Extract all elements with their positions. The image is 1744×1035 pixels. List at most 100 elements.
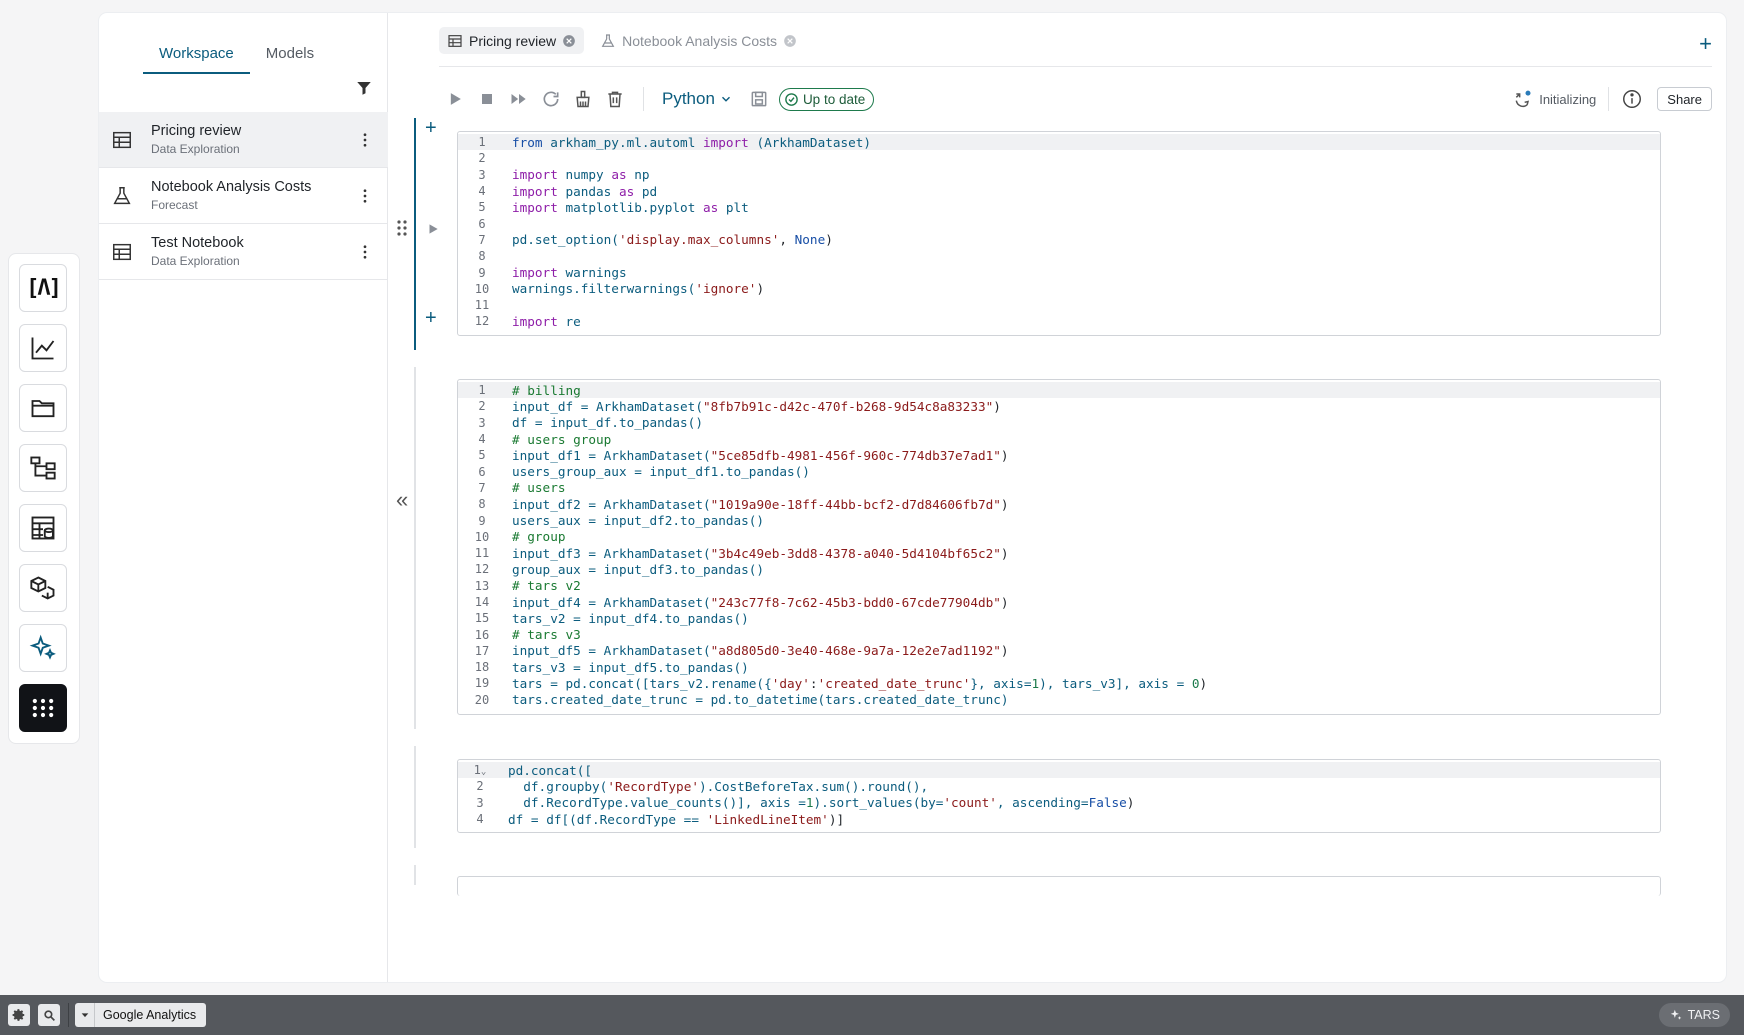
delete-cell-icon[interactable] xyxy=(605,89,625,109)
notebook-title: Test Notebook xyxy=(151,235,244,251)
close-tab-icon[interactable] xyxy=(783,34,797,48)
notebook-tabs: Pricing review Notebook Analysis Costs xyxy=(439,27,805,54)
code-line: 4 import pandas as pd xyxy=(478,183,658,199)
code-line: 12 group_aux = input_df3.to_pandas() xyxy=(474,561,765,577)
tool-rail: [Λ] xyxy=(8,253,80,744)
code-line: 15 tars_v2 = input_df4.to_pandas() xyxy=(474,610,749,626)
tars-assistant-button[interactable]: TARS xyxy=(1658,1003,1730,1027)
drag-handle-icon[interactable] xyxy=(396,219,408,237)
code-line: 11 input_df3 = ArkhamDataset("3b4c49eb-3d… xyxy=(474,545,1009,561)
sparkles-icon xyxy=(29,634,56,660)
code-line: 3 import numpy as np xyxy=(478,167,650,183)
close-tab-icon[interactable] xyxy=(562,34,576,48)
code-line: 2 xyxy=(478,151,486,166)
code-line: 16 # tars v3 xyxy=(474,627,581,643)
cell-indicator xyxy=(414,367,416,729)
search-button[interactable] xyxy=(38,1004,60,1026)
cubes-icon xyxy=(30,576,55,600)
code-line: 9 users_aux = input_df2.to_pandas() xyxy=(478,513,765,529)
notebook-item-test-notebook[interactable]: Test Notebook Data Exploration xyxy=(99,224,388,280)
notebook-item-pricing-review[interactable]: Pricing review Data Exploration xyxy=(99,112,388,168)
caret-down-icon[interactable] xyxy=(75,1003,95,1027)
code-cell-1[interactable]: 1 from arkham_py.ml.automl import (Arkham… xyxy=(457,131,1661,336)
cell-indicator xyxy=(414,746,416,848)
add-tab-icon[interactable]: + xyxy=(1699,31,1712,57)
kernel-status[interactable]: Initializing xyxy=(1513,89,1596,109)
models-button[interactable] xyxy=(19,564,67,612)
more-vertical-icon[interactable] xyxy=(356,131,374,149)
lambda-app-button[interactable]: [Λ] xyxy=(19,264,67,312)
stop-icon[interactable] xyxy=(477,89,497,109)
language-select[interactable]: Python xyxy=(662,89,733,109)
code-line: 3 df = input_df.to_pandas() xyxy=(478,415,703,431)
charts-button[interactable] xyxy=(19,324,67,372)
restart-icon[interactable] xyxy=(541,89,561,109)
code-line: 18 tars_v3 = input_df5.to_pandas() xyxy=(474,659,749,675)
code-line: 2 df.groupby('RecordType').CostBeforeTax… xyxy=(476,778,929,794)
code-line: 4 # users group xyxy=(478,431,612,447)
code-line: 8 input_df2 = ArkhamDataset("1019a90e-18f… xyxy=(478,496,1009,512)
notebook-type: Data Exploration xyxy=(151,254,240,268)
code-cell-4[interactable] xyxy=(457,876,1661,896)
tab-workspace[interactable]: Workspace xyxy=(143,35,250,74)
tab-label: Notebook Analysis Costs xyxy=(622,32,777,49)
filter-icon[interactable] xyxy=(355,79,373,97)
save-icon[interactable] xyxy=(749,89,769,109)
files-button[interactable] xyxy=(19,384,67,432)
kernel-icon xyxy=(1515,90,1531,108)
code-line: 1 from arkham_py.ml.automl import (Arkham… xyxy=(458,134,1660,151)
notebook-item-analysis-costs[interactable]: Notebook Analysis Costs Forecast xyxy=(99,168,388,224)
bottom-divider xyxy=(68,1003,69,1027)
add-cell-below-icon[interactable]: + xyxy=(425,307,437,330)
google-analytics-widget[interactable]: Google Analytics xyxy=(75,1003,207,1027)
settings-button[interactable] xyxy=(8,1004,30,1026)
chevron-down-icon xyxy=(721,96,730,102)
more-vertical-icon[interactable] xyxy=(356,243,374,261)
tab-pricing-review[interactable]: Pricing review xyxy=(439,27,585,54)
run-all-icon[interactable] xyxy=(509,89,529,109)
lambda-icon: [Λ] xyxy=(26,275,62,301)
code-cell-2[interactable]: 1 # billing 2 input_df = ArkhamDataset("8f… xyxy=(457,379,1661,715)
ai-assistant-button[interactable] xyxy=(19,624,67,672)
add-cell-above-icon[interactable]: + xyxy=(425,117,437,140)
notebook-toolbar: Python Up to date Initializing Share xyxy=(439,73,1712,125)
run-cell-icon[interactable] xyxy=(445,89,465,109)
sparkles-icon xyxy=(1670,1009,1681,1020)
share-button[interactable]: Share xyxy=(1657,87,1712,111)
toolbar-divider xyxy=(1608,87,1610,111)
toolbar-divider xyxy=(643,87,644,111)
code-line: 10 # group xyxy=(474,529,566,545)
info-icon[interactable] xyxy=(1621,88,1643,110)
notebook-title: Notebook Analysis Costs xyxy=(151,179,312,195)
datasets-button[interactable] xyxy=(19,504,67,552)
table-icon xyxy=(113,131,131,148)
pipelines-button[interactable] xyxy=(19,444,67,492)
clear-outputs-icon[interactable] xyxy=(573,89,593,109)
search-icon xyxy=(43,1009,55,1021)
code-line: 17 input_df5 = ArkhamDataset("a8d805d0-3e… xyxy=(474,643,1009,659)
tab-models[interactable]: Models xyxy=(250,35,330,74)
more-vertical-icon[interactable] xyxy=(356,187,374,205)
code-line: 13 # tars v2 xyxy=(474,578,581,594)
tab-notebook-analysis-costs[interactable]: Notebook Analysis Costs xyxy=(592,27,805,54)
main-panel: Workspace Models Pricing review Data Exp… xyxy=(99,13,1726,982)
code-cell-3[interactable]: 1⌄ pd.concat([ 2 df.groupby('RecordType')… xyxy=(457,759,1661,833)
table-database-icon xyxy=(31,516,55,540)
gear-icon xyxy=(12,1009,25,1021)
active-cell-indicator xyxy=(414,118,416,350)
notebook-title: Pricing review xyxy=(151,123,242,139)
code-line: 1 # billing xyxy=(458,382,1660,399)
table-icon xyxy=(448,34,462,47)
toolbar-right: Initializing Share xyxy=(1513,87,1712,111)
folder-icon xyxy=(31,400,55,418)
apps-grid-button[interactable] xyxy=(19,684,67,732)
tars-label: TARS xyxy=(1687,1008,1720,1022)
code-line: 5 import matplotlib.pyplot as plt xyxy=(478,199,749,215)
check-circle-icon xyxy=(785,92,798,106)
status-label: Up to date xyxy=(802,91,866,107)
fold-chevron-icon[interactable]: ⌄ xyxy=(481,767,486,777)
code-line: 1⌄ pd.concat([ xyxy=(458,762,1660,779)
code-line: 14 input_df4 = ArkhamDataset("243c77f8-7c… xyxy=(474,594,1009,610)
run-cell-icon[interactable] xyxy=(426,222,440,236)
collapse-sidebar-icon[interactable]: « xyxy=(396,487,408,513)
